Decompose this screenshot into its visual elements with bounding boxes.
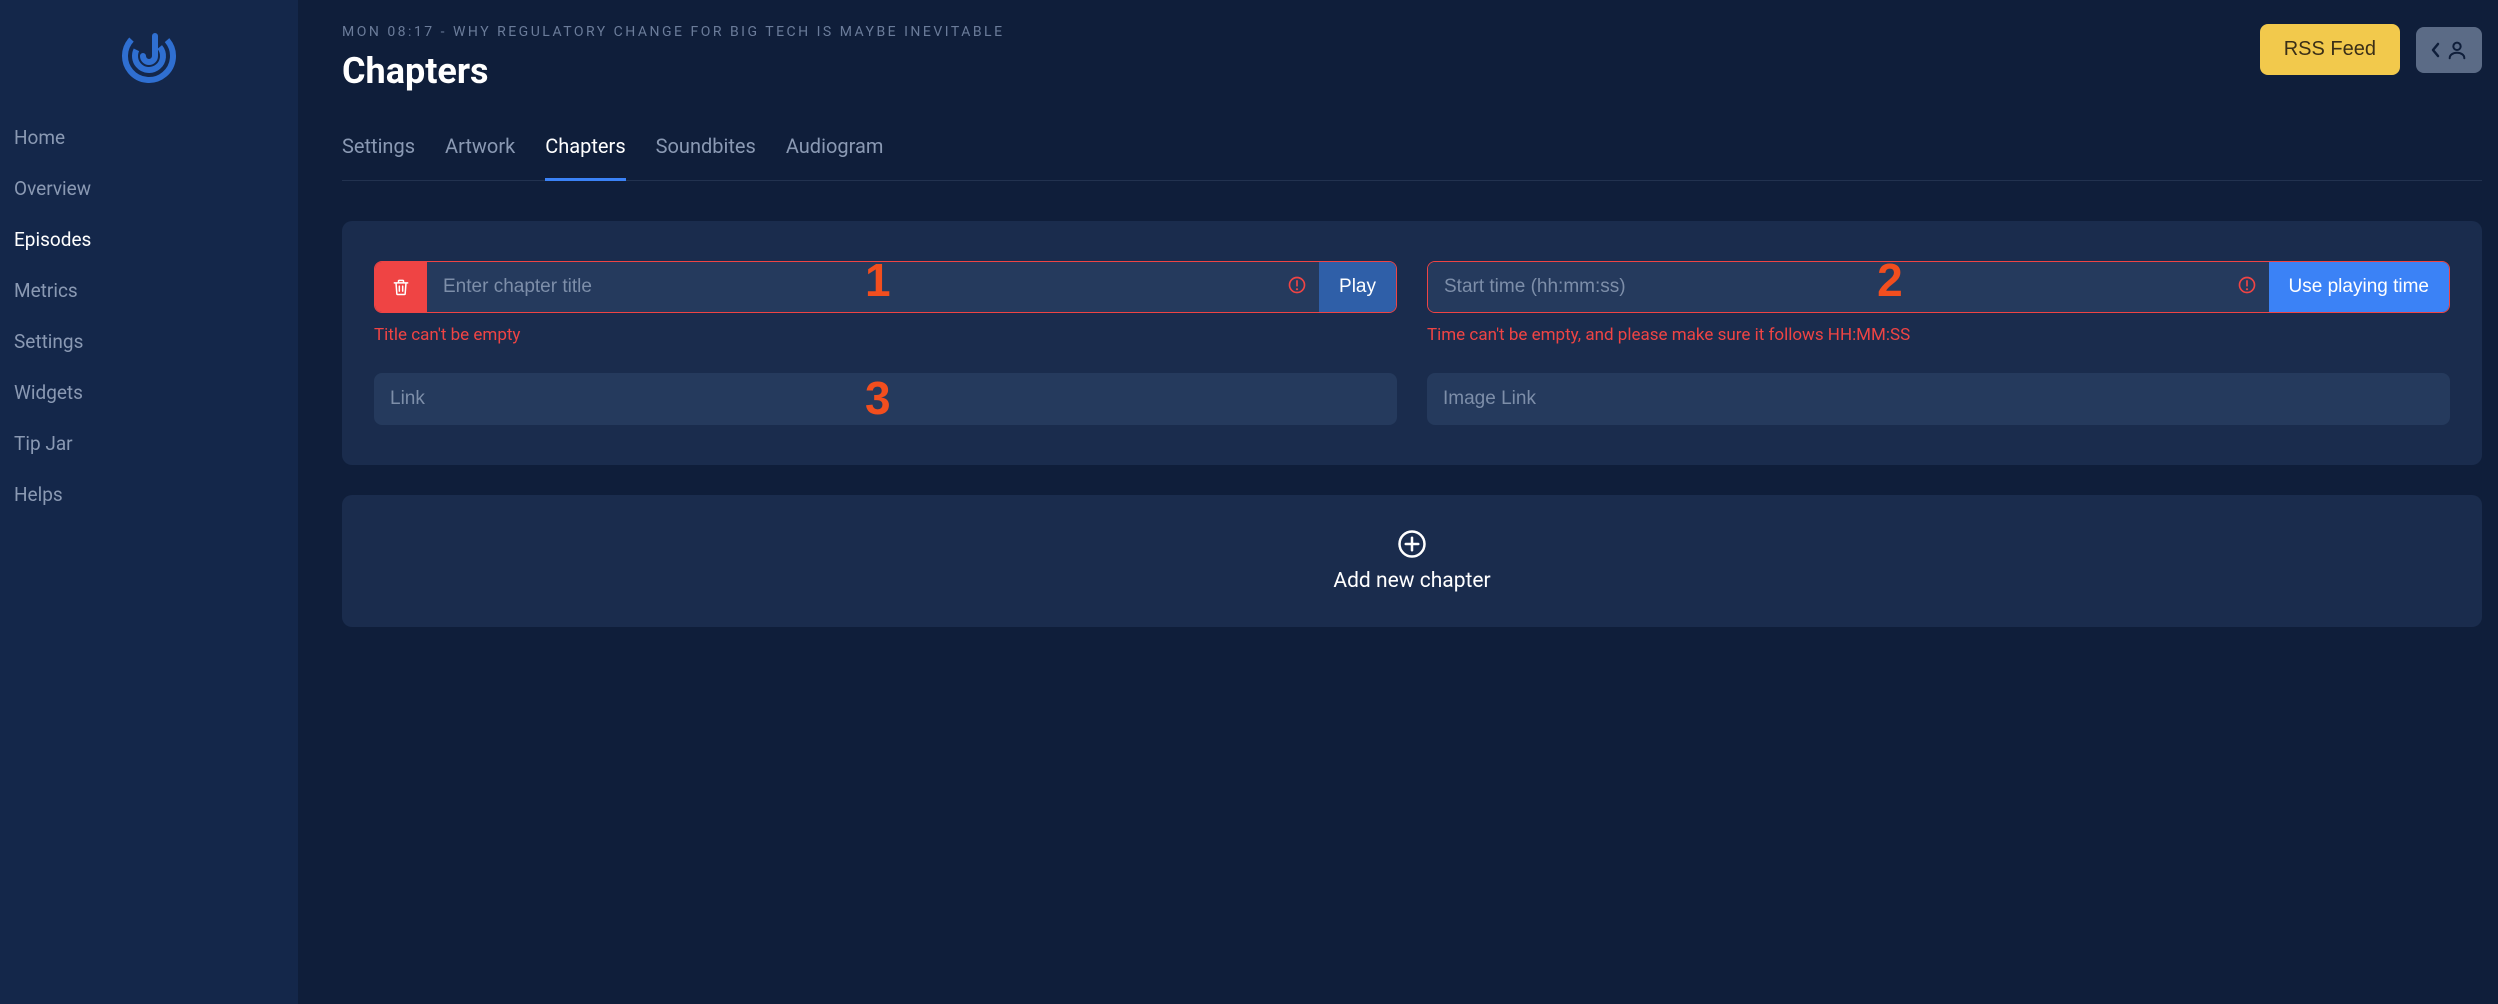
add-chapter-label: Add new chapter [1333,569,1490,593]
time-error-message: Time can't be empty, and please make sur… [1427,325,2450,345]
chapter-card: Play Title can't be empty 1 [342,221,2482,465]
sidebar-nav: Home Overview Episodes Metrics Settings … [0,112,298,520]
tab-audiogram[interactable]: Audiogram [786,120,884,180]
user-menu-button[interactable] [2416,27,2482,73]
tab-settings[interactable]: Settings [342,120,415,180]
breadcrumb: MON 08:17 - WHY REGULATORY CHANGE FOR BI… [342,24,2260,40]
tabs: Settings Artwork Chapters Soundbites Aud… [342,120,2482,181]
sidebar-item-tip-jar[interactable]: Tip Jar [0,418,298,469]
delete-chapter-button[interactable] [375,262,427,312]
tab-artwork[interactable]: Artwork [445,120,515,180]
plus-circle-icon [1397,529,1427,559]
use-playing-time-button[interactable]: Use playing time [2269,262,2449,312]
sidebar-item-widgets[interactable]: Widgets [0,367,298,418]
sidebar: Home Overview Episodes Metrics Settings … [0,0,298,1004]
tab-chapters[interactable]: Chapters [545,120,625,180]
rss-feed-button[interactable]: RSS Feed [2260,24,2400,75]
image-link-input[interactable] [1427,373,2450,425]
sidebar-item-metrics[interactable]: Metrics [0,265,298,316]
title-error-message: Title can't be empty [374,325,1397,345]
sidebar-item-episodes[interactable]: Episodes [0,214,298,265]
play-button[interactable]: Play [1319,262,1396,312]
user-icon [2446,39,2468,61]
chevron-left-icon [2430,40,2442,60]
tab-soundbites[interactable]: Soundbites [656,120,756,180]
add-chapter-button[interactable]: Add new chapter [342,495,2482,627]
sidebar-item-overview[interactable]: Overview [0,163,298,214]
chapter-title-input[interactable] [427,262,1319,312]
app-logo-icon [121,28,177,84]
logo [0,20,298,112]
sidebar-item-home[interactable]: Home [0,112,298,163]
trash-icon [391,277,411,297]
sidebar-item-helps[interactable]: Helps [0,469,298,520]
start-time-input[interactable] [1428,262,2269,312]
chapter-title-group: Play [374,261,1397,313]
chapter-time-group: Use playing time [1427,261,2450,313]
main-content: MON 08:17 - WHY REGULATORY CHANGE FOR BI… [298,0,2498,1004]
link-input[interactable] [374,373,1397,425]
sidebar-item-settings[interactable]: Settings [0,316,298,367]
page-title: Chapters [342,50,2260,92]
